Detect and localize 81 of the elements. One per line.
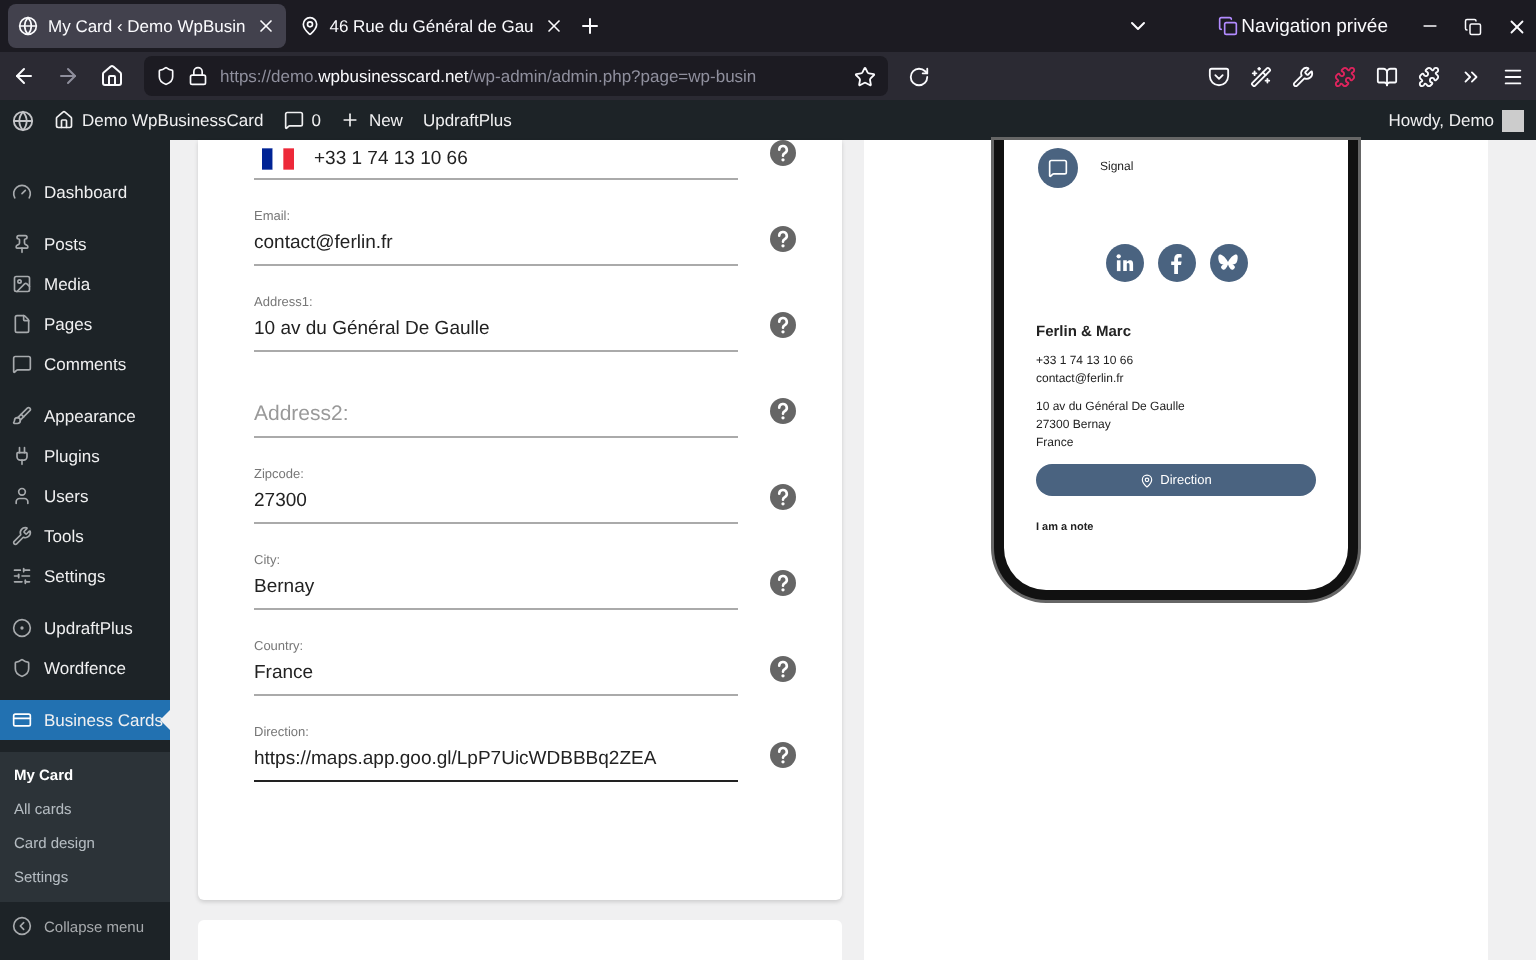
flag-icon	[262, 147, 294, 169]
pin-icon	[12, 234, 32, 254]
close-icon[interactable]	[1506, 15, 1528, 37]
brush-icon	[12, 406, 32, 426]
account-link[interactable]: Howdy, Demo	[1388, 109, 1524, 131]
text-field[interactable]: France	[254, 662, 738, 696]
home-icon	[54, 110, 74, 130]
sidebar-item[interactable]: Business Cards	[0, 700, 170, 740]
browser-tab[interactable]: 46 Rue du Général de Gau	[289, 4, 574, 48]
text-field[interactable]: 10 av du Général De Gaulle	[254, 318, 738, 352]
home-icon[interactable]	[100, 64, 124, 88]
forward-icon[interactable]	[56, 64, 80, 88]
linkedin-icon[interactable]	[1105, 244, 1143, 282]
sidebar-item[interactable]: UpdraftPlus	[0, 608, 170, 648]
browser-tab[interactable]: My Card ‹ Demo WpBusin	[8, 4, 286, 48]
plugin-link[interactable]: UpdraftPlus	[422, 110, 512, 130]
private-browsing-label: Navigation privée	[1241, 15, 1388, 37]
circle-icon	[12, 618, 32, 638]
plus-icon	[340, 110, 361, 130]
help-icon[interactable]	[770, 398, 796, 424]
help-icon[interactable]	[770, 226, 796, 252]
address-field[interactable]: https://demo.wpbusinesscard.net/wp-admin/admin.php?page=wp-busin	[144, 56, 888, 96]
plug-icon	[12, 446, 32, 466]
facebook-icon[interactable]	[1157, 244, 1195, 282]
phone-field[interactable]: +33 1 74 13 10 66	[254, 138, 738, 180]
help-icon[interactable]	[770, 656, 796, 682]
sidebar-item[interactable]: Tools	[0, 516, 170, 556]
plus-icon[interactable]	[577, 14, 602, 38]
lock-icon[interactable]	[188, 66, 208, 86]
wand-icon[interactable]	[1250, 65, 1272, 87]
collapse-icon	[12, 916, 32, 936]
restore-icon[interactable]	[1464, 17, 1482, 35]
help-icon[interactable]	[770, 140, 796, 166]
sidebar-item[interactable]: Comments	[0, 344, 170, 384]
sidebar-item[interactable]: Dashboard	[0, 172, 170, 212]
close-icon[interactable]	[255, 16, 276, 36]
help-icon[interactable]	[770, 742, 796, 768]
help-icon[interactable]	[770, 312, 796, 338]
pocket-icon[interactable]	[1208, 65, 1230, 87]
gauge-icon	[12, 182, 32, 202]
speech-bubble-icon	[283, 110, 304, 130]
sidebar-item[interactable]: Plugins	[0, 436, 170, 476]
sidebar-item[interactable]: Posts	[0, 224, 170, 264]
shield-icon[interactable]	[156, 66, 176, 86]
text-field[interactable]: https://maps.app.goo.gl/LpP7UicWDBBBq2ZEA	[254, 748, 738, 782]
reader-icon[interactable]	[1376, 65, 1398, 87]
sidebar-item[interactable]: Users	[0, 476, 170, 516]
help-icon[interactable]	[770, 484, 796, 510]
close-icon[interactable]	[543, 16, 564, 36]
text-field[interactable]: Bernay	[254, 576, 738, 610]
user-icon	[12, 486, 32, 506]
map-pin-icon[interactable]	[299, 16, 320, 36]
star-icon[interactable]	[854, 65, 876, 87]
wrench-icon[interactable]	[1292, 65, 1314, 87]
shield-icon	[12, 658, 32, 678]
sidebar-item[interactable]: Wordfence	[0, 648, 170, 688]
image-icon	[12, 274, 32, 294]
speech-bubble-icon	[1048, 158, 1068, 178]
wrench-icon	[12, 526, 32, 546]
reload-icon[interactable]	[908, 65, 930, 87]
new-link[interactable]: New	[340, 110, 403, 130]
text-field[interactable]: 27300	[254, 490, 738, 524]
page-icon	[12, 314, 32, 334]
menu-icon[interactable]	[1502, 65, 1524, 87]
site-link[interactable]: Demo WpBusinessCard	[54, 110, 264, 130]
sidebar-item[interactable]: Pages	[0, 304, 170, 344]
comments-link[interactable]: 0	[283, 110, 321, 130]
back-icon[interactable]	[12, 64, 36, 88]
card-icon	[12, 710, 32, 730]
text-field[interactable]: contact@ferlin.fr	[254, 232, 738, 266]
text-field[interactable]: Address2:	[254, 404, 738, 438]
menu-icon[interactable]	[1460, 65, 1482, 87]
help-icon[interactable]	[770, 570, 796, 596]
sidebar-item[interactable]: Media	[0, 264, 170, 304]
speech-bubble-icon	[12, 354, 32, 374]
globe-icon[interactable]	[18, 16, 38, 36]
butterfly-icon[interactable]	[1209, 244, 1247, 282]
sidebar-item[interactable]: Settings	[0, 556, 170, 596]
sliders-icon	[12, 566, 32, 586]
sidebar-item[interactable]: Appearance	[0, 396, 170, 436]
map-pin-icon	[1140, 473, 1155, 487]
